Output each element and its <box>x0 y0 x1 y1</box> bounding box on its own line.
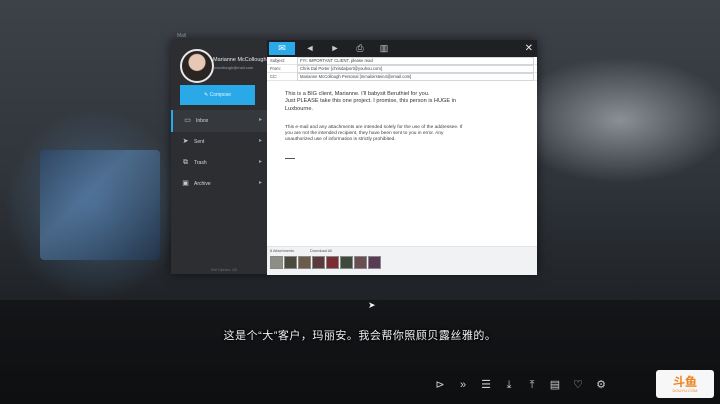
mail-window: Marianne McCollough mccollough@mail.com … <box>171 40 537 275</box>
cc-row: CC: Marianne McCollough Personal [mmaloi… <box>267 73 537 81</box>
print-icon[interactable]: ⎙ <box>347 42 373 55</box>
legal-notice: This e-mail and any attachments are inte… <box>285 125 510 144</box>
chevron-right-icon: ▸ <box>258 117 262 123</box>
mouse-cursor-icon: ➤ <box>368 300 376 310</box>
attachments-label: 8 Attachments <box>270 249 295 253</box>
attachments-bar: 8 Attachments Download All <box>267 246 537 275</box>
attachment-thumbnail[interactable] <box>326 256 339 269</box>
avatar <box>180 49 214 83</box>
subject-row: Subject: FYI: IMPORTANT CLIENT, please r… <box>267 57 537 65</box>
save-icon[interactable]: ⤓ <box>502 378 516 392</box>
watermark-sub: DOUYU.COM <box>672 387 698 393</box>
trash-icon: ⧉ <box>183 159 188 166</box>
body-line: Just PLEASE take this one project. I pro… <box>285 98 456 105</box>
archive-icon: ▣ <box>182 180 189 187</box>
sidebar-item-label: Archive <box>194 181 211 187</box>
reply-icon[interactable]: ◄ <box>297 42 323 55</box>
sidebar-item-label: Sent <box>194 139 205 145</box>
dialogue-subtitle: 这是个“大”客户，玛丽安。我会帮你照顾贝露丝雅的。 <box>223 330 497 342</box>
delete-icon[interactable]: ▥ <box>371 42 397 55</box>
cc-label: CC: <box>270 74 278 79</box>
sidebar-item-sent[interactable]: ➤ Sent ▸ <box>171 131 267 153</box>
game-controls: ⊳ » ☰ ⤓ ⤒ ▤ ♡ ⚙ <box>433 378 608 396</box>
history-icon[interactable]: ☰ <box>479 378 493 392</box>
subject-field: FYI: IMPORTANT CLIENT, please read <box>297 57 534 65</box>
message-pane: ✉ ◄ ► ⎙ ▥ ✕ Subject: FYI: IMPORTANT CLIE… <box>267 40 537 275</box>
from-field: Chris Dal Porter [chrisdalport@youhou.co… <box>297 65 534 73</box>
sidebar-footer: Self Opinion: 4/5 <box>211 268 237 272</box>
legal-line: unauthorized use of information is stric… <box>285 137 396 143</box>
compose-label: Compose <box>209 92 231 98</box>
sidebar-item-inbox[interactable]: ▭ Inbox ▸ <box>171 110 267 132</box>
signature-divider <box>285 158 295 159</box>
user-email: mccollough@mail.com <box>213 65 254 70</box>
quick-save-icon[interactable]: ▤ <box>548 378 562 392</box>
body-line: Luxbourne. <box>285 105 313 112</box>
load-icon[interactable]: ⤒ <box>525 378 539 392</box>
close-icon[interactable]: ✕ <box>525 41 533 56</box>
user-name: Marianne McCollough <box>213 57 267 63</box>
attachment-thumbnail[interactable] <box>340 256 353 269</box>
from-row: From: Chris Dal Porter [chrisdalport@you… <box>267 65 537 73</box>
watermark-mark: 斗鱼 <box>672 374 697 389</box>
window-title: Mail <box>177 33 187 39</box>
sidebar-item-trash[interactable]: ⧉ Trash ▸ <box>171 152 267 174</box>
favorite-icon[interactable]: ♡ <box>571 378 585 392</box>
mail-icon[interactable]: ✉ <box>269 42 295 55</box>
background-monitor <box>40 150 160 260</box>
skip-back-icon[interactable]: ⊳ <box>433 378 447 392</box>
body-line: This is a BIG client, Marianne. I'll bab… <box>285 91 430 97</box>
chevron-right-icon: ▸ <box>258 159 262 165</box>
email-body: This is a BIG client, Marianne. I'll bab… <box>285 91 510 113</box>
sent-icon: ➤ <box>182 138 189 145</box>
window-titlebar: Mail <box>171 32 537 40</box>
subject-label: Subject: <box>270 58 286 63</box>
attachment-thumbnail[interactable] <box>284 256 297 269</box>
cc-field: Marianne McCollough Personal [mmaloirste… <box>297 73 534 81</box>
download-all-link[interactable]: Download All <box>310 249 332 253</box>
compose-button[interactable]: ✎ Compose <box>180 85 255 105</box>
fast-forward-icon[interactable]: » <box>456 378 470 392</box>
chevron-right-icon: ▸ <box>258 138 262 144</box>
attachment-thumbnail[interactable] <box>298 256 311 269</box>
settings-icon[interactable]: ⚙ <box>594 378 608 392</box>
sidebar-item-archive[interactable]: ▣ Archive ▸ <box>171 173 267 195</box>
watermark-logo: 斗鱼 DOUYU.COM <box>656 370 714 398</box>
sidebar-item-label: Trash <box>194 160 207 166</box>
inbox-icon: ▭ <box>184 117 191 124</box>
attachment-thumbnail[interactable] <box>270 256 283 269</box>
sidebar: Marianne McCollough mccollough@mail.com … <box>171 40 267 274</box>
sidebar-item-label: Inbox <box>196 118 209 124</box>
from-label: From: <box>270 66 281 71</box>
background-desk <box>0 300 720 404</box>
toolbar: ✉ ◄ ► ⎙ ▥ ✕ <box>267 40 537 57</box>
attachment-thumbnail[interactable] <box>368 256 381 269</box>
chevron-right-icon: ▸ <box>258 180 262 186</box>
attachment-thumbnails <box>270 256 381 269</box>
forward-icon[interactable]: ► <box>322 42 348 55</box>
attachment-thumbnail[interactable] <box>312 256 325 269</box>
attachment-thumbnail[interactable] <box>354 256 367 269</box>
